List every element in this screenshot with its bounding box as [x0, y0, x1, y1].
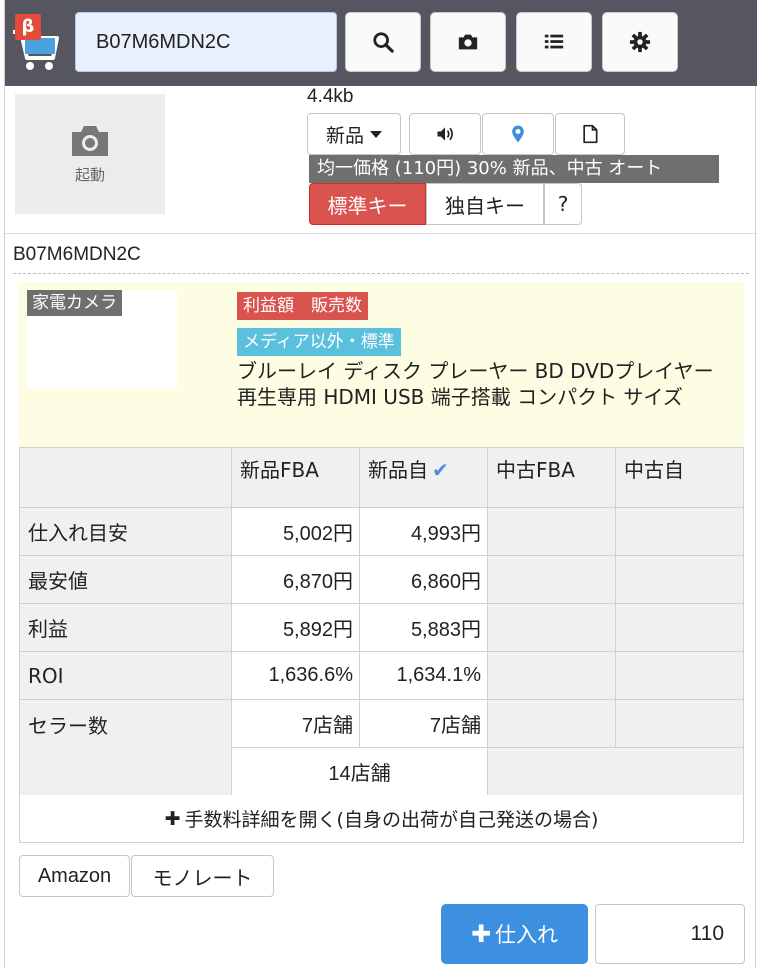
table-cell: 5,892円: [231, 603, 360, 652]
condition-label: 新品: [325, 124, 364, 147]
beta-badge: β: [15, 14, 41, 40]
column-header-new-fba: 新品FBA: [231, 447, 360, 508]
search-button[interactable]: [345, 12, 421, 72]
table-header-row: 新品FBA 新品自 ✔ 中古FBA 中古自: [19, 447, 744, 508]
table-cell: 4,993円: [359, 507, 488, 556]
media-type-tag: メディア以外・標準: [237, 328, 401, 356]
document-icon: [583, 124, 598, 144]
camera-button[interactable]: [430, 12, 506, 72]
product-info: 家電カメラ 利益額 販売数 メディア以外・標準 ブルーレイ ディスク プレーヤー…: [19, 282, 744, 447]
fee-details-label: 手数料詳細を開く(自身の出荷が自己発送の場合): [184, 809, 599, 831]
checkmark-icon: ✔: [432, 458, 449, 482]
app-frame: β 起動 4.4kb 新品: [4, 0, 757, 968]
table-row: 利益 5,892円 5,883円: [19, 603, 744, 652]
launch-camera-button[interactable]: 起動: [15, 94, 165, 214]
purchase-button[interactable]: ✚ 仕入れ: [441, 904, 588, 964]
column-header-new-self: 新品自 ✔: [359, 447, 488, 508]
table-cell: [615, 603, 744, 652]
fee-details-toggle[interactable]: ✚ 手数料詳細を開く(自身の出荷が自己発送の場合): [19, 795, 744, 843]
row-label: ROI: [19, 651, 232, 700]
search-input[interactable]: [75, 12, 337, 72]
app-logo[interactable]: β: [9, 8, 61, 74]
settings-button[interactable]: [602, 12, 678, 72]
data-size: 4.4kb: [307, 86, 354, 107]
row-label: 利益: [19, 603, 232, 652]
product-title: ブルーレイ ディスク プレーヤー BD DVDプレイヤー 再生専用 HDMI U…: [237, 359, 714, 409]
divider: [13, 273, 749, 274]
quantity-input[interactable]: [595, 904, 745, 964]
standard-key-button[interactable]: 標準キー: [309, 183, 426, 225]
table-cell: [615, 699, 744, 748]
table-cell: 6,860円: [359, 555, 488, 604]
row-label: 最安値: [19, 555, 232, 604]
table-cell: 7店舗: [231, 699, 360, 748]
map-pin-icon: [512, 125, 524, 143]
monorate-link-button[interactable]: モノレート: [131, 855, 274, 897]
table-cell: [487, 747, 744, 796]
row-label: セラー数: [19, 699, 232, 796]
purchase-label: 仕入れ: [495, 923, 559, 947]
column-header-used-self: 中古自: [615, 447, 744, 508]
table-row: 最安値 6,870円 6,860円: [19, 555, 744, 604]
table-row: セラー数 7店舗 7店舗: [19, 699, 744, 796]
total-sellers-cell: 14店舗: [231, 747, 488, 796]
row-label: 仕入れ目安: [19, 507, 232, 556]
launch-label: 起動: [74, 165, 105, 184]
amazon-link-button[interactable]: Amazon: [19, 855, 130, 897]
table-cell: [487, 555, 616, 604]
table-cell: [487, 651, 616, 700]
table-cell: 5,883円: [359, 603, 488, 652]
speaker-icon: [437, 127, 453, 141]
table-cell: [615, 507, 744, 556]
category-badge: 家電カメラ: [27, 290, 122, 316]
asin-label: B07M6MDN2C: [13, 244, 141, 265]
scan-panel: 起動 4.4kb 新品 均一価格 (110円) 30% 新品、中古 オート 標準…: [5, 86, 757, 234]
gear-icon: [629, 31, 651, 53]
help-button[interactable]: ?: [544, 183, 582, 225]
price-table: 新品FBA 新品自 ✔ 中古FBA 中古自 仕入れ目安 5,002円 4,993円…: [19, 447, 744, 796]
table-cell: [615, 651, 744, 700]
header-bar: β: [5, 0, 757, 86]
list-icon: [544, 34, 564, 49]
custom-key-button[interactable]: 独自キー: [426, 183, 544, 225]
plus-icon: ✚: [164, 807, 181, 830]
caret-down-icon: [370, 130, 382, 138]
camera-icon: [72, 125, 108, 156]
sound-button[interactable]: [409, 113, 481, 155]
table-row: 仕入れ目安 5,002円 4,993円: [19, 507, 744, 556]
table-cell: [487, 507, 616, 556]
table-cell: 1,636.6%: [231, 651, 360, 700]
document-button[interactable]: [555, 113, 625, 155]
table-cell: 7店舗: [359, 699, 488, 748]
table-corner: [19, 447, 232, 508]
table-cell: [487, 603, 616, 652]
table-cell: 6,870円: [231, 555, 360, 604]
location-button[interactable]: [482, 113, 554, 155]
table-cell: [487, 699, 616, 748]
column-header-used-fba: 中古FBA: [487, 447, 616, 508]
search-icon: [373, 32, 394, 53]
profit-sales-tag: 利益額 販売数: [237, 292, 368, 320]
list-button[interactable]: [516, 12, 592, 72]
table-cell: [615, 555, 744, 604]
table-cell: 1,634.1%: [359, 651, 488, 700]
pricing-settings-bar[interactable]: 均一価格 (110円) 30% 新品、中古 オート: [309, 155, 719, 183]
table-cell: 5,002円: [231, 507, 360, 556]
camera-icon: [458, 34, 478, 50]
plus-icon: ✚: [470, 920, 492, 948]
condition-dropdown[interactable]: 新品: [307, 113, 401, 155]
table-row: ROI 1,636.6% 1,634.1%: [19, 651, 744, 700]
